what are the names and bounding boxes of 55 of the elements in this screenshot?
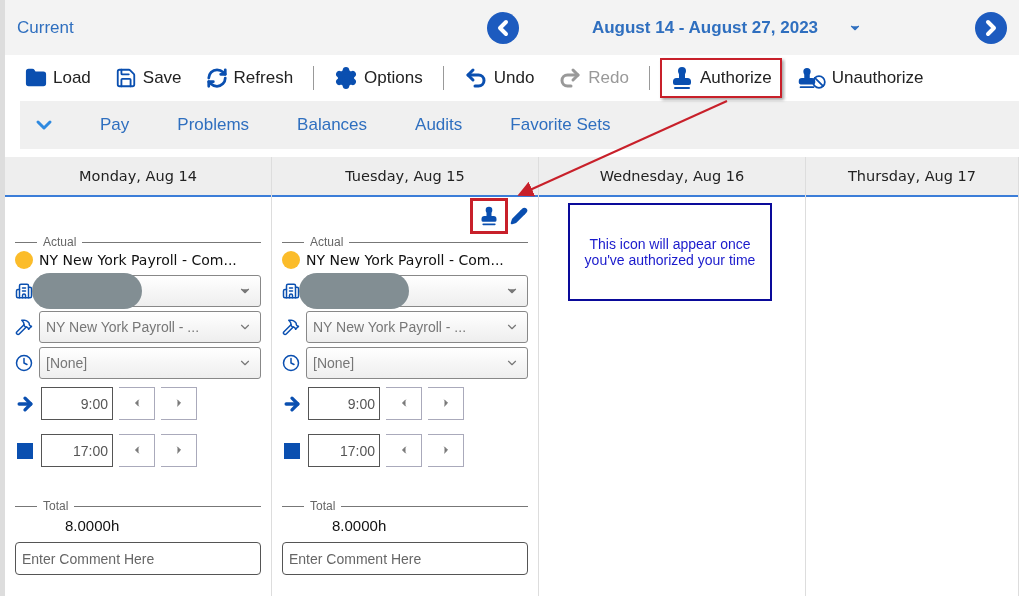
clock-icon <box>282 354 300 372</box>
total-hours: 8.0000h <box>331 517 388 534</box>
start-time-field[interactable]: 9:00 <box>308 387 380 420</box>
building-icon <box>282 282 300 300</box>
total-label: Total <box>15 499 261 513</box>
increment-button[interactable] <box>161 434 197 467</box>
subnav-link[interactable]: Favorite Sets <box>510 115 611 135</box>
previous-period-button[interactable] <box>487 11 519 44</box>
job-dropdown[interactable]: NY New York Payroll - ... <box>306 311 528 343</box>
day-header: Tuesday, Aug 15 <box>272 157 538 197</box>
settings-icon <box>334 66 359 90</box>
entry-title: NY New York Payroll - Com... <box>306 252 504 268</box>
save-icon <box>114 67 137 89</box>
increment-button[interactable] <box>428 434 464 467</box>
start-time-field[interactable]: 9:00 <box>41 387 113 420</box>
decrement-button[interactable] <box>119 387 155 420</box>
section-label: Actual <box>15 235 261 249</box>
end-time-field[interactable]: 17:00 <box>41 434 113 467</box>
annotation-callout: This icon will appear once you've authorized your time <box>568 203 772 301</box>
subnav-link[interactable]: Problems <box>177 115 250 135</box>
hammer-icon <box>15 318 33 336</box>
comment-field[interactable]: Enter Comment Here <box>15 542 261 575</box>
subnav-link[interactable]: Pay <box>100 115 130 135</box>
day-header: Thursday, Aug 17 <box>806 157 1018 197</box>
end-time-field[interactable]: 17:00 <box>308 434 380 467</box>
authorize-button[interactable]: Authorize <box>660 58 782 98</box>
shift-dropdown[interactable]: [None] <box>39 347 261 379</box>
decrement-button[interactable] <box>386 387 422 420</box>
total-hours: 8.0000h <box>64 517 121 534</box>
folder-icon <box>25 67 47 89</box>
increment-button[interactable] <box>161 387 197 420</box>
stop-square-icon <box>17 442 33 459</box>
clock-icon <box>15 354 33 372</box>
edit-icon[interactable] <box>510 207 528 225</box>
comment-field[interactable]: Enter Comment Here <box>282 542 528 575</box>
day-header: Wednesday, Aug 16 <box>539 157 805 197</box>
job-dropdown[interactable]: NY New York Payroll - ... <box>39 311 261 343</box>
building-icon <box>15 282 33 300</box>
hammer-icon <box>282 318 300 336</box>
increment-button[interactable] <box>428 387 464 420</box>
total-label: Total <box>282 499 528 513</box>
section-label: Actual <box>282 235 528 249</box>
decrement-button[interactable] <box>119 434 155 467</box>
day-header: Monday, Aug 14 <box>5 157 271 197</box>
subnav-link[interactable]: Balances <box>297 115 368 135</box>
entry-title: NY New York Payroll - Com... <box>39 252 237 268</box>
next-period-button[interactable] <box>975 11 1007 44</box>
stamp-icon <box>670 66 694 90</box>
subnav-link[interactable]: Audits <box>415 115 463 135</box>
current-link[interactable]: Current <box>17 17 487 38</box>
shift-dropdown[interactable]: [None] <box>306 347 528 379</box>
decrement-button[interactable] <box>386 434 422 467</box>
date-range-dropdown[interactable]: August 14 - August 27, 2023 <box>547 16 907 39</box>
refresh-icon <box>205 67 228 89</box>
stop-square-icon <box>284 442 300 459</box>
